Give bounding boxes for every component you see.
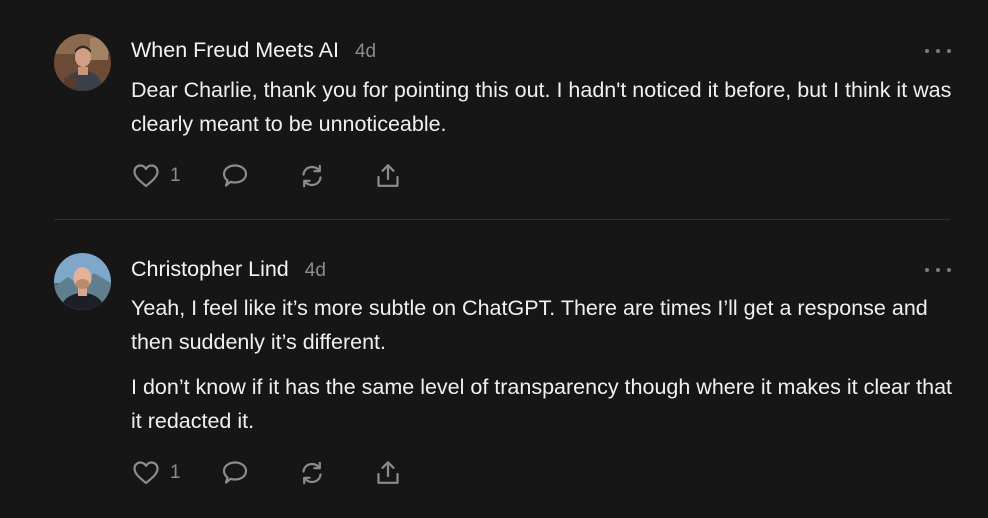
- speech-bubble-icon: [222, 461, 248, 484]
- like-count: 1: [170, 165, 181, 186]
- share-button[interactable]: [373, 458, 403, 488]
- ellipsis-dot: [925, 268, 929, 272]
- comment-text: Yeah, I feel like it’s more subtle on Ch…: [131, 296, 928, 354]
- ellipsis-dot: [936, 49, 940, 53]
- comment-timestamp[interactable]: 4d: [305, 260, 326, 282]
- author-avatar[interactable]: [54, 253, 111, 310]
- comment-divider: [54, 219, 950, 220]
- more-options-button[interactable]: [925, 46, 951, 56]
- author-name[interactable]: When Freud Meets AI: [131, 38, 339, 63]
- like-count: 1: [170, 462, 181, 483]
- comment-text: Dear Charlie, thank you for pointing thi…: [131, 78, 952, 136]
- share-icon: [377, 164, 399, 187]
- heart-icon: [133, 461, 159, 485]
- reply-button[interactable]: [220, 161, 250, 191]
- share-icon: [377, 461, 399, 484]
- reply-button[interactable]: [220, 458, 250, 488]
- ellipsis-dot: [925, 49, 929, 53]
- ellipsis-dot: [947, 49, 951, 53]
- comment-timestamp[interactable]: 4d: [355, 41, 376, 63]
- ellipsis-dot: [936, 268, 940, 272]
- ellipsis-dot: [947, 268, 951, 272]
- speech-bubble-icon: [222, 164, 248, 187]
- restack-button[interactable]: [297, 458, 327, 488]
- like-button[interactable]: 1: [131, 458, 181, 488]
- comment-text: I don’t know if it has the same level of…: [131, 375, 952, 433]
- restack-button[interactable]: [297, 161, 327, 191]
- restack-icon: [302, 164, 322, 188]
- author-avatar[interactable]: [54, 34, 111, 91]
- share-button[interactable]: [373, 161, 403, 191]
- heart-icon: [133, 164, 159, 188]
- more-options-button[interactable]: [925, 265, 951, 275]
- restack-icon: [302, 461, 322, 485]
- author-name[interactable]: Christopher Lind: [131, 257, 289, 282]
- like-button[interactable]: 1: [131, 161, 181, 191]
